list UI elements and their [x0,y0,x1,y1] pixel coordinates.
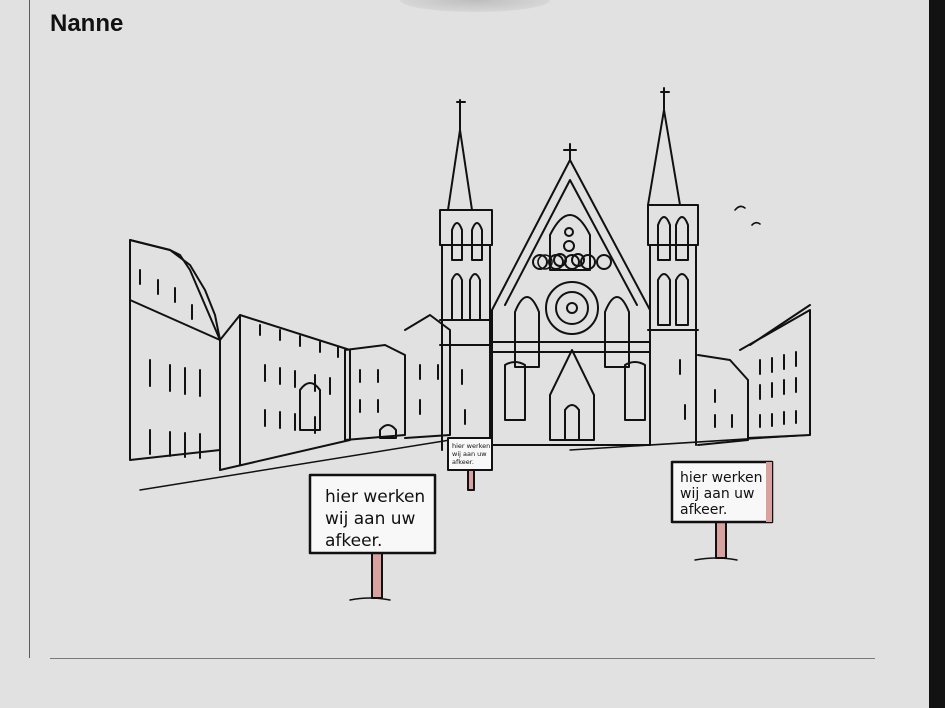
right-tower [647,87,699,446]
left-tower [439,99,493,451]
sign-left-line2: wij aan uw [325,509,416,529]
author-name[interactable]: Nanne [50,10,123,38]
left-building [129,239,221,461]
bottom-divider [50,658,875,659]
sign-center-line3: afkeer. [452,458,474,466]
sign-right-line2: wij aan uw [680,486,754,502]
right-buildings [697,304,811,446]
sign-right: hier werken wij aan uw afkeer. [670,460,774,561]
sign-right-line3: afkeer. [680,502,727,518]
sign-left-line3: afkeer. [325,531,382,551]
sign-center-line2: wij aan uw [452,450,487,458]
small-buildings [344,314,451,441]
right-edge-bar [929,0,945,708]
ridderzaal [491,143,651,446]
sign-right-line1: hier werken [680,470,763,486]
sign-left-line1: hier werken [325,487,425,507]
left-mid-building [219,314,351,471]
top-shadow [400,0,550,12]
birds [734,205,761,226]
binnenhof-illustration: hier werken wij aan uw afkeer. hier werk… [129,87,811,601]
sign-left: hier werken wij aan uw afkeer. [308,473,437,601]
sign-center: hier werken wij aan uw afkeer. [447,437,493,491]
left-divider [29,0,30,658]
sign-center-line1: hier werken [452,442,490,450]
